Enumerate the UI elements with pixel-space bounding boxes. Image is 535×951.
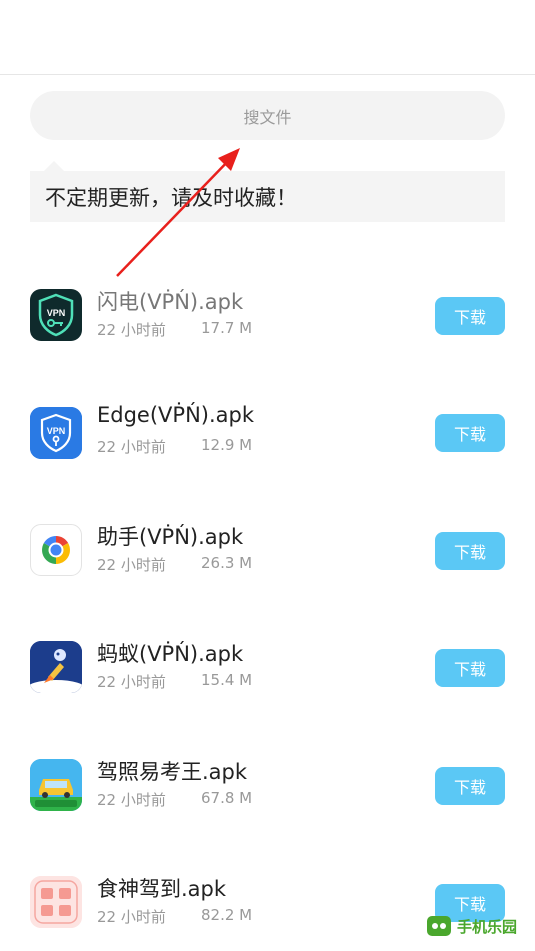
file-age: 22 小时前 [97,438,166,456]
svg-text:VPN: VPN [47,308,66,318]
file-name: 蚂蚁(VṖŃ).apk [97,642,244,666]
list-item[interactable]: VPN Edge(VṖŃ).apk 22 小时前 12.9 M 下载 [0,373,535,473]
file-size: 17.7 M [201,319,253,337]
file-age: 22 小时前 [97,556,166,574]
watermark: 手机乐园 [425,910,525,942]
list-item[interactable]: 蚂蚁(VṖŃ).apk 22 小时前 15.4 M 下载 [0,608,535,708]
file-size: 12.9 M [201,436,253,454]
file-name: 驾照易考王.apk [97,760,248,784]
file-meta: 22 小时前 15.4 M [97,671,252,692]
search-placeholder: 搜文件 [243,107,292,127]
file-size: 67.8 M [201,789,253,807]
download-button[interactable]: 下载 [435,767,505,805]
file-size: 26.3 M [201,554,253,572]
file-age: 22 小时前 [97,673,166,691]
file-size: 82.2 M [201,906,253,924]
file-meta: 22 小时前 82.2 M [97,906,252,927]
top-bar [0,0,535,75]
file-meta: 22 小时前 67.8 M [97,789,252,810]
vpn-shield-key-icon: VPN [30,289,82,341]
colorful-ring-icon [30,524,82,576]
file-age: 22 小时前 [97,791,166,809]
file-meta: 22 小时前 26.3 M [97,554,252,575]
list-item[interactable]: VPN 闪电(VṖŃ).apk 22 小时前 17.7 M 下载 [0,256,535,356]
file-meta: 22 小时前 12.9 M [97,436,252,457]
file-name: Edge(VṖŃ).apk [97,403,255,427]
driving-car-icon [30,759,82,811]
file-name: 助手(VṖŃ).apk [97,525,244,549]
list-item[interactable]: 驾照易考王.apk 22 小时前 67.8 M 下载 [0,726,535,826]
vpn-shield-blue-icon: VPN [30,407,82,459]
file-age: 22 小时前 [97,908,166,926]
download-button[interactable]: 下载 [435,414,505,452]
file-age: 22 小时前 [97,321,166,339]
notice-text: 不定期更新，请及时收藏！ [45,185,297,210]
phone-logo-icon [427,916,451,936]
download-button[interactable]: 下载 [435,532,505,570]
file-name: 闪电(VṖŃ).apk [97,290,244,314]
notice-pointer [44,161,64,171]
download-button[interactable]: 下载 [435,297,505,335]
ant-rocket-icon [30,641,82,693]
svg-text:VPN: VPN [47,426,66,436]
list-item[interactable]: 助手(VṖŃ).apk 22 小时前 26.3 M 下载 [0,491,535,591]
file-meta: 22 小时前 17.7 M [97,319,252,340]
diet-recipe-icon [30,876,82,928]
download-button[interactable]: 下载 [435,649,505,687]
notice-banner: 不定期更新，请及时收藏！ [30,171,505,222]
file-name: 食神驾到.apk [97,877,227,901]
watermark-text: 手机乐园 [457,917,518,936]
file-size: 15.4 M [201,671,253,689]
search-input[interactable]: 搜文件 [30,91,505,140]
